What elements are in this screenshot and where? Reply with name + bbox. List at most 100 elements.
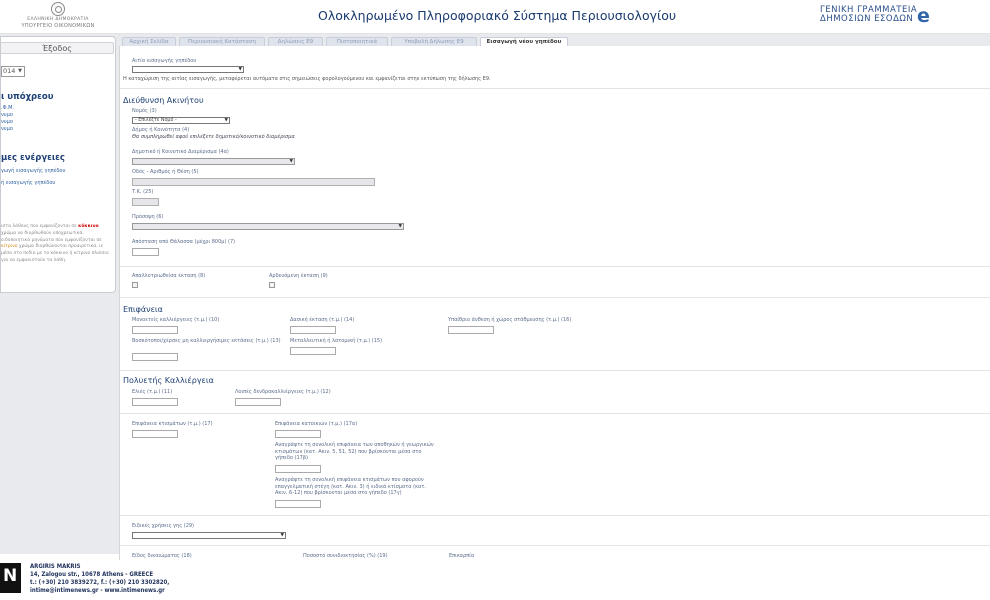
diamerisma-select[interactable]	[132, 158, 295, 165]
tab-submit-e9[interactable]: Υποβολή Δήλωσης Ε9	[391, 37, 477, 46]
footer: N ARGIRIS MAKRIS 14, Zalogou str., 10678…	[0, 560, 990, 600]
apallotriosi-label: Απαλλοτριωθείσα έκταση (8)	[132, 273, 206, 279]
plot-entry-form: Αιτία εισαγωγής γηπέδου Η καταχώριση της…	[119, 46, 990, 560]
divider	[120, 413, 990, 414]
special-use-label: Ειδικές χρήσεις γης (29)	[132, 523, 195, 529]
sidebar-link-name-1[interactable]: νυμο	[1, 112, 13, 118]
katoikion-input[interactable]	[275, 430, 321, 438]
validation-note: ιστα λάθους που εμφανίζονται σε κόκκινο …	[1, 224, 114, 265]
footer-web: intime@intimenews.gr - www.intimenews.gr	[30, 587, 165, 594]
apallotriosi-checkbox[interactable]	[132, 282, 138, 288]
ypaithrio-input[interactable]	[448, 326, 494, 334]
exit-button[interactable]: Έξοδος	[1, 42, 114, 54]
address-heading: Διεύθυνση Ακινήτου	[123, 96, 204, 105]
gsis-name: ΓΕΝΙΚΗ ΓΡΑΜΜΑΤΕΙΑ ΔΗΜΟΣΙΩΝ ΕΣΟΔΩΝ	[820, 6, 917, 24]
app-title: Ολοκληρωμένο Πληροφοριακό Σύστημα Περιου…	[318, 8, 677, 23]
sidebar: Έξοδος 014 ▼ ι υπόχρεου .Φ.Μ. νυμο νυμο ν…	[0, 34, 119, 554]
metalleutiki-input[interactable]	[290, 347, 336, 355]
ardevomeni-label: Αρδευόμενη έκταση (9)	[269, 273, 328, 279]
nomos-value: - Επιλέξτε Νομό -	[135, 118, 177, 123]
area-heading: Επιφάνεια	[123, 305, 163, 314]
note-text: χρώμα διορθώνονται προαιρετικά.	[18, 244, 98, 250]
voskotopoi-input[interactable]	[132, 353, 178, 361]
divider	[120, 545, 990, 546]
sidebar-link-search-import[interactable]: γωγή εισαγωγής γηπέδου	[1, 168, 65, 174]
chevron-down-icon: ▼	[18, 68, 22, 74]
ypaithrio-label: Υπαίθριο άνθεση ή χώρος στάθμευσης (τ.μ.…	[448, 317, 572, 323]
dimos-hint: Θα συμπληρωθεί αφού επιλέξετε δημοτικό/κ…	[132, 134, 295, 140]
note-red-word: κόκκινο	[78, 224, 99, 229]
cause-select[interactable]	[132, 66, 244, 73]
taxpayer-section-title: ι υπόχρεου	[1, 92, 54, 102]
metalleutiki-label: Μεταλλευτική ή λατομική (τ.μ.) (15)	[290, 338, 383, 344]
note-yellow-word: κίτρινο	[1, 244, 18, 250]
odos-input[interactable]	[132, 178, 375, 186]
footer-phone: t.: (+30) 210 3839272, f.: (+30) 210 330…	[30, 579, 170, 586]
ministry-name: ΕΛΛΗΝΙΚΗ ΔΗΜΟΚΡΑΤΙΑ ΥΠΟΥΡΓΕΙΟ ΟΙΚΟΝΟΜΙΚΩ…	[0, 17, 116, 29]
tk-input[interactable]	[132, 198, 159, 206]
divider	[120, 370, 990, 371]
logo-letter: N	[3, 566, 18, 586]
storage-area-label: Αναγράψτε τη συνολική επιφάνεια των αποθ…	[275, 442, 434, 461]
sidebar-panel: Έξοδος 014 ▼ ι υπόχρεου .Φ.Μ. νυμο νυμο ν…	[0, 36, 116, 293]
cause-hint: Η καταχώριση της αιτίας εισαγωγής, μεταφ…	[123, 76, 491, 82]
apostasi-label: Απόσταση από Θάλασσα (μέχρι 800μ) (7)	[132, 239, 236, 245]
year-value: 014	[3, 67, 16, 75]
tab-bar: Αρχική Σελίδα Περιουσιακή Κατάσταση Δηλώ…	[119, 34, 990, 46]
apostasi-input[interactable]	[132, 248, 159, 256]
monoeteis-input[interactable]	[132, 326, 178, 334]
storage-area-input[interactable]	[275, 465, 321, 473]
dasiki-label: Δασική έκταση (τ.μ.) (14)	[290, 317, 355, 323]
tab-home[interactable]: Αρχική Σελίδα	[122, 37, 176, 46]
footer-name: ARGIRIS MAKRIS	[30, 563, 81, 570]
divider	[120, 88, 990, 89]
prosopsi-label: Πρόσοψη (6)	[132, 214, 164, 220]
nomos-select[interactable]: - Επιλέξτε Νομό -	[132, 117, 230, 124]
prosopsi-select[interactable]	[132, 223, 404, 230]
special-use-select[interactable]	[132, 532, 286, 539]
tab-property-status[interactable]: Περιουσιακή Κατάσταση	[179, 37, 265, 46]
diamerisma-label: Δημοτικό ή Κοινοτικό Διαμέρισμα (4α)	[132, 149, 229, 155]
odos-label: Οδός - Αριθμός ή Θέση (5)	[132, 169, 199, 175]
intime-logo-icon: N	[0, 563, 21, 593]
tab-new-plot[interactable]: Εισαγωγή νέου γηπέδου	[480, 37, 568, 46]
note-text: λάθη.	[53, 257, 67, 263]
right-type-label: Είδος δικαιώματος (18)	[132, 553, 192, 559]
monoeteis-label: Μονοετείς καλλιέργειες (τ.μ.) (10)	[132, 317, 220, 323]
tab-e9-declarations[interactable]: Δηλώσεις Ε9	[268, 37, 323, 46]
sidebar-link-afm[interactable]: .Φ.Μ.	[1, 105, 14, 111]
gsis-logo-icon: e	[917, 5, 930, 27]
divider	[120, 266, 990, 267]
tab-certificates[interactable]: Πιστοποιητικά	[326, 37, 388, 46]
dasiki-input[interactable]	[290, 326, 336, 334]
note-text: ειδοποιητικά μηνύματα που εμφανίζονται σ…	[1, 237, 102, 243]
sidebar-link-name-3[interactable]: νυμο	[1, 126, 13, 132]
ktismaton-input[interactable]	[132, 430, 178, 438]
loipes-input[interactable]	[235, 398, 281, 406]
ownership-percent-label: Ποσοστό συνιδιοκτησίας (%) (19)	[303, 553, 388, 559]
cause-label: Αιτία εισαγωγής γηπέδου	[132, 58, 197, 64]
note-text: ιστα λάθους που εμφανίζονται σε	[1, 224, 77, 229]
sidebar-link-name-2[interactable]: νυμο	[1, 119, 13, 125]
usufruct-label: Επικαρπία	[449, 553, 475, 559]
gsis-line-2: ΔΗΜΟΣΙΩΝ ΕΣΟΔΩΝ	[820, 14, 914, 24]
year-select[interactable]: 014 ▼	[1, 66, 25, 77]
professional-area-label: Αναγράψτε τη συνολική επιφάνεια κτισμάτω…	[275, 477, 426, 496]
voskotopoi-label: Βοσκότοποι/χέρσες μη καλλιεργήσιμες εκτά…	[132, 338, 281, 344]
sidebar-link-import-plot[interactable]: ή εισαγωγής γηπέδου	[1, 180, 55, 186]
ardevomeni-checkbox[interactable]	[269, 282, 275, 288]
app-header: ΕΛΛΗΝΙΚΗ ΔΗΜΟΚΡΑΤΙΑ ΥΠΟΥΡΓΕΙΟ ΟΙΚΟΝΟΜΙΚΩ…	[0, 0, 990, 34]
elies-input[interactable]	[132, 398, 178, 406]
footer-address: 14, Zalogou str., 10678 Athens - GREECE	[30, 571, 154, 578]
nomos-label: Νομός (3)	[132, 108, 157, 114]
actions-section-title: μες ενέργειες	[1, 153, 65, 163]
elies-label: Ελιές (τ.μ.) (11)	[132, 389, 173, 395]
tk-label: Τ.Κ. (25)	[132, 189, 154, 195]
professional-area-input[interactable]	[275, 500, 321, 508]
ktismaton-label: Επιφάνεια κτισμάτων (τ.μ.) (17)	[132, 421, 213, 427]
perennial-heading: Πολυετής Καλλιέργεια	[123, 376, 214, 385]
ministry-line-2: ΥΠΟΥΡΓΕΙΟ ΟΙΚΟΝΟΜΙΚΩΝ	[21, 23, 95, 29]
divider	[120, 297, 990, 298]
coat-of-arms-icon	[51, 2, 65, 16]
katoikion-label: Επιφάνεια κατοικιών (τ.μ.) (17α)	[275, 421, 358, 427]
